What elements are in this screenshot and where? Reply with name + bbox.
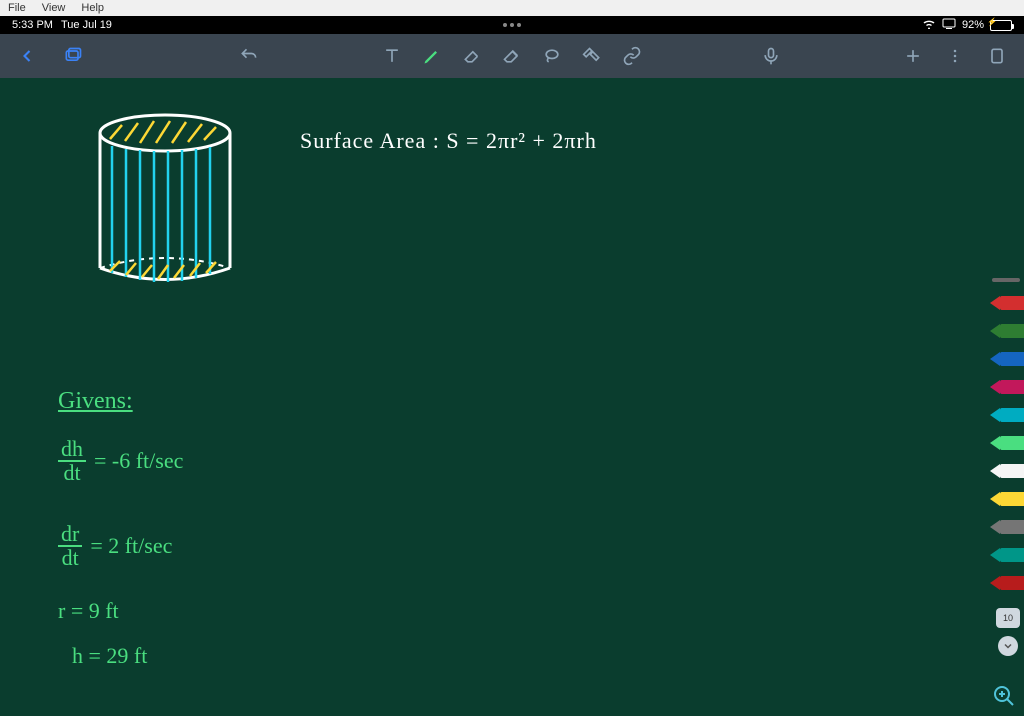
- eraser-alt-tool[interactable]: [501, 45, 523, 67]
- drdt-equation: dr dt = 2 ft/sec: [58, 523, 172, 569]
- menu-help[interactable]: Help: [77, 2, 108, 14]
- menu-view[interactable]: View: [38, 2, 70, 14]
- h-value: h = 29 ft: [72, 643, 147, 669]
- pen-red[interactable]: [990, 292, 1024, 314]
- scroll-down-button[interactable]: [998, 636, 1018, 656]
- palette-handle[interactable]: [992, 278, 1020, 282]
- screen-mirror-icon: [942, 18, 956, 32]
- text-tool[interactable]: [381, 45, 403, 67]
- pen-darkred[interactable]: [990, 572, 1024, 594]
- pen-white[interactable]: [990, 460, 1024, 482]
- battery-percent: 92%: [962, 19, 984, 31]
- app-toolbar: [0, 34, 1024, 78]
- wifi-icon: [922, 18, 936, 32]
- more-button[interactable]: [944, 45, 966, 67]
- pages-button[interactable]: [986, 45, 1008, 67]
- zoom-in-button[interactable]: [992, 684, 1016, 708]
- givens-heading: Givens:: [58, 388, 133, 415]
- pen-yellow[interactable]: [990, 488, 1024, 510]
- lasso-tool[interactable]: [541, 45, 563, 67]
- multitask-dots[interactable]: [503, 23, 521, 27]
- ipad-status-bar: 5:33 PM Tue Jul 19 92% ⚡: [0, 16, 1024, 34]
- formula-text: Surface Area : S = 2πr² + 2πrh: [300, 128, 597, 154]
- undo-button[interactable]: [238, 45, 260, 67]
- mic-button[interactable]: [760, 45, 782, 67]
- pen-palette: ✕: [988, 278, 1024, 623]
- pen-blue[interactable]: [990, 348, 1024, 370]
- menu-file[interactable]: File: [4, 2, 30, 14]
- pen-gray[interactable]: [990, 516, 1024, 538]
- back-button[interactable]: [16, 45, 38, 67]
- cylinder-drawing: [90, 113, 240, 293]
- page-number-badge[interactable]: 10: [996, 608, 1020, 628]
- pen-darkgreen[interactable]: [990, 320, 1024, 342]
- dhdt-equation: dh dt = -6 ft/sec: [58, 438, 183, 484]
- pen-green[interactable]: [990, 432, 1024, 454]
- windows-icon[interactable]: [62, 45, 84, 67]
- status-date: Tue Jul 19: [61, 19, 112, 31]
- dhdt-value: = -6 ft/sec: [94, 448, 183, 474]
- shape-tool[interactable]: [581, 45, 603, 67]
- drdt-numerator: dr: [58, 523, 82, 547]
- link-tool[interactable]: [621, 45, 643, 67]
- dhdt-numerator: dh: [58, 438, 86, 462]
- add-button[interactable]: [902, 45, 924, 67]
- dhdt-denominator: dt: [63, 462, 80, 484]
- pen-tool[interactable]: [421, 45, 443, 67]
- r-value: r = 9 ft: [58, 598, 119, 624]
- drdt-denominator: dt: [62, 547, 79, 569]
- battery-icon: ⚡: [990, 20, 1012, 31]
- drawing-canvas[interactable]: Surface Area : S = 2πr² + 2πrh Givens: d…: [0, 78, 1024, 716]
- pen-pink[interactable]: [990, 376, 1024, 398]
- drdt-value: = 2 ft/sec: [90, 533, 172, 559]
- pen-cyan[interactable]: [990, 404, 1024, 426]
- eraser-tool[interactable]: [461, 45, 483, 67]
- pen-teal[interactable]: [990, 544, 1024, 566]
- app-menu-bar: File View Help: [0, 0, 1024, 16]
- status-time: 5:33 PM: [12, 19, 53, 31]
